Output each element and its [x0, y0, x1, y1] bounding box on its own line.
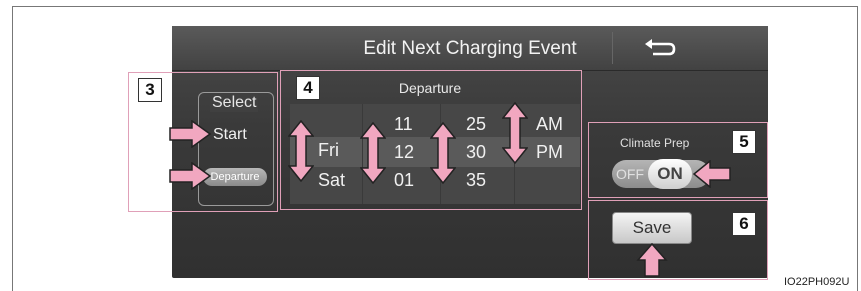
figure-code: IO22PH092U [784, 276, 850, 288]
back-arrow-icon [645, 39, 676, 56]
scroll-updown-icon [360, 122, 386, 184]
callout-number: 3 [138, 78, 162, 102]
title-bar: Edit Next Charging Event [172, 26, 768, 71]
callout-number: 5 [732, 130, 756, 154]
right-arrow-icon [169, 120, 212, 148]
left-arrow-icon [692, 160, 731, 188]
scroll-updown-icon [288, 120, 314, 182]
callout-number: 4 [296, 76, 320, 100]
scroll-updown-icon [502, 102, 528, 164]
scroll-updown-icon [430, 122, 456, 184]
callout-number: 6 [732, 212, 756, 236]
up-arrow-icon [636, 242, 668, 277]
right-arrow-icon [169, 162, 212, 190]
back-button[interactable] [612, 32, 707, 64]
